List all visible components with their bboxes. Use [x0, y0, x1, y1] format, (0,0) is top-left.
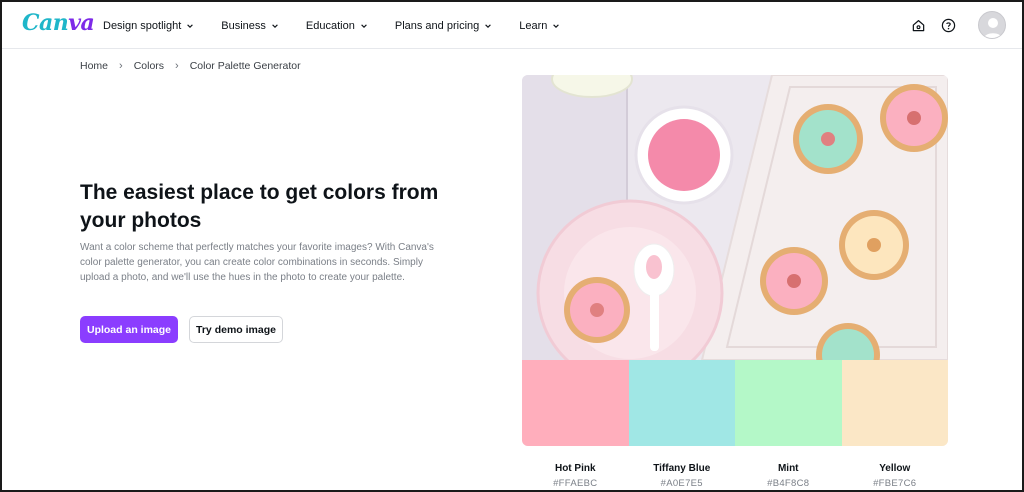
breadcrumb: Home › Colors › Color Palette Generator	[80, 60, 301, 72]
nav-label: Education	[305, 19, 355, 32]
try-demo-image-button[interactable]: Try demo image	[189, 316, 283, 343]
palette-label: Mint #B4F8C8	[735, 463, 842, 489]
color-hex[interactable]: #B4F8C8	[735, 478, 842, 489]
breadcrumb-colors[interactable]: Colors	[134, 60, 164, 72]
nav-label: Design spotlight	[103, 19, 182, 32]
color-hex[interactable]: #FFAEBC	[522, 478, 629, 489]
swatch-mint[interactable]	[735, 360, 842, 446]
header-actions	[910, 11, 1006, 39]
nav-design-spotlight[interactable]: Design spotlight	[103, 20, 194, 32]
swatch-hot-pink[interactable]	[522, 360, 629, 446]
canva-logo[interactable]: Canva	[22, 10, 95, 36]
home-icon[interactable]	[910, 17, 926, 33]
hero-description: Want a color scheme that perfectly match…	[80, 242, 434, 284]
breadcrumb-current: Color Palette Generator	[189, 60, 301, 72]
palette-labels: Hot Pink #FFAEBC Tiffany Blue #A0E7E5 Mi…	[522, 463, 948, 489]
color-name: Tiffany Blue	[653, 463, 711, 474]
main-nav: Design spotlight Business Education Plan…	[103, 2, 587, 49]
nav-plans-and-pricing[interactable]: Plans and pricing	[395, 20, 492, 32]
chevron-right-icon: ›	[175, 60, 179, 72]
palette-label: Tiffany Blue #A0E7E5	[629, 463, 736, 489]
chevron-down-icon	[485, 23, 492, 28]
color-name: Yellow	[879, 463, 911, 474]
swatch-tiffany-blue[interactable]	[628, 360, 735, 446]
avatar[interactable]	[978, 11, 1006, 39]
color-name: Hot Pink	[554, 463, 596, 474]
palette-label: Hot Pink #FFAEBC	[522, 463, 629, 489]
palette-swatches	[522, 360, 948, 446]
color-hex[interactable]: #A0E7E5	[629, 478, 736, 489]
top-nav-bar: Canva Design spotlight Business Educatio…	[2, 2, 1022, 49]
help-icon[interactable]	[940, 17, 956, 33]
upload-image-button[interactable]: Upload an image	[80, 316, 178, 343]
palette-card	[522, 75, 948, 446]
nav-label: Learn	[519, 19, 548, 32]
color-hex[interactable]: #FBE7C6	[842, 478, 949, 489]
chevron-down-icon	[361, 23, 367, 28]
color-name: Mint	[777, 463, 799, 474]
chevron-down-icon	[272, 23, 278, 28]
donuts-photo	[522, 75, 948, 360]
nav-label: Business	[221, 19, 266, 32]
breadcrumb-home[interactable]: Home	[80, 60, 108, 72]
nav-education[interactable]: Education	[306, 20, 368, 32]
chevron-right-icon: ›	[119, 60, 123, 72]
chevron-down-icon	[187, 23, 194, 28]
swatch-yellow[interactable]	[841, 360, 948, 446]
nav-learn[interactable]: Learn	[519, 20, 560, 32]
palette-label: Yellow #FBE7C6	[842, 463, 949, 489]
page-title: The easiest place to get colors from you…	[80, 181, 439, 232]
chevron-down-icon	[553, 23, 560, 28]
nav-label: Plans and pricing	[394, 19, 480, 32]
nav-business[interactable]: Business	[221, 20, 279, 32]
